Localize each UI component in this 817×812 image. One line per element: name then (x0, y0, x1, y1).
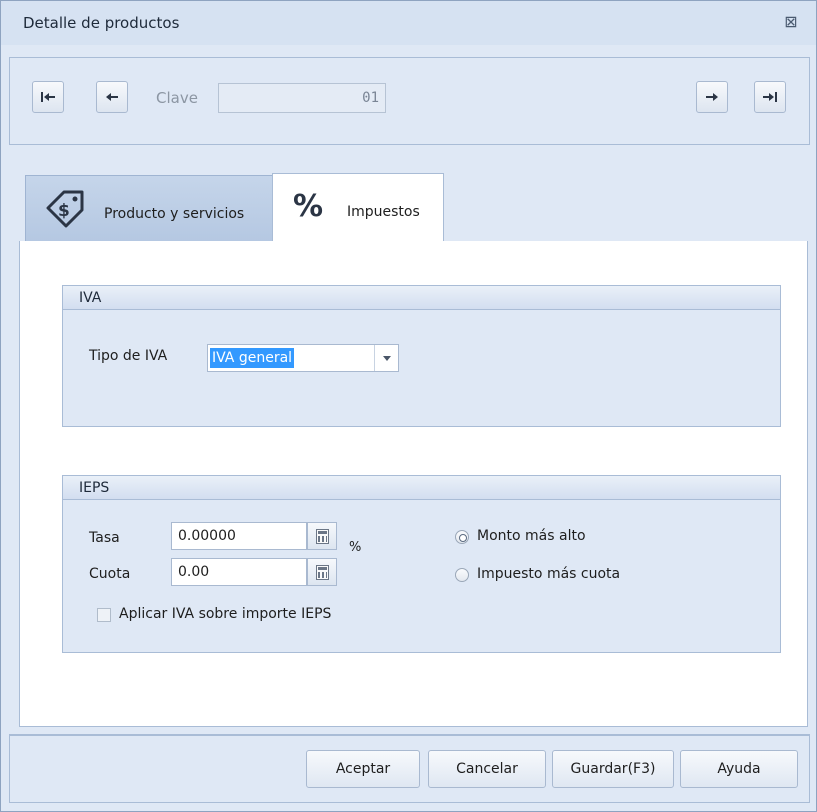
title-bar: Detalle de productos ⊠ (1, 1, 816, 45)
aplicar-iva-checkbox[interactable] (97, 608, 111, 622)
last-record-icon (763, 92, 777, 102)
ieps-group: IEPS Tasa 0.00000 % Cuota 0.00 Monto más… (62, 475, 781, 653)
chevron-down-icon[interactable] (374, 345, 398, 371)
price-tag-icon: $ (46, 190, 84, 228)
guardar-button[interactable]: Guardar(F3) (552, 750, 674, 788)
radio-impuesto-mas-cuota[interactable] (455, 568, 469, 582)
tab-producto-servicios[interactable]: $ Producto y servicios (25, 175, 273, 241)
arrow-left-icon (106, 93, 118, 101)
svg-text:%: % (293, 189, 323, 224)
ayuda-button[interactable]: Ayuda (680, 750, 798, 788)
tab-content-impuestos: IVA Tipo de IVA IVA general IEPS Tasa 0.… (19, 241, 808, 727)
previous-record-button[interactable] (96, 81, 128, 113)
calculator-icon (316, 529, 329, 544)
close-icon[interactable]: ⊠ (782, 13, 800, 31)
radio-monto-label[interactable]: Monto más alto (477, 528, 586, 544)
tasa-calculator-button[interactable] (307, 522, 337, 550)
tab-strip: $ Producto y servicios % Impuestos (19, 173, 808, 243)
iva-group: IVA Tipo de IVA IVA general (62, 285, 781, 427)
tipo-iva-dropdown[interactable]: IVA general (207, 344, 399, 372)
tasa-unit: % (349, 540, 362, 555)
radio-monto-mas-alto[interactable] (455, 530, 469, 544)
clave-value: 01 (362, 90, 379, 106)
cuota-input[interactable]: 0.00 (171, 558, 307, 586)
svg-text:$: $ (58, 201, 70, 221)
arrow-right-icon (706, 93, 718, 101)
iva-group-title: IVA (63, 286, 780, 310)
clave-field: 01 (218, 83, 386, 113)
dialog-footer: Aceptar Cancelar Guardar(F3) Ayuda (9, 735, 810, 803)
tab-impuestos[interactable]: % Impuestos (272, 173, 444, 243)
tab-producto-label: Producto y servicios (104, 206, 245, 222)
ieps-group-title: IEPS (63, 476, 780, 500)
first-record-icon (41, 92, 55, 102)
percent-icon: % (293, 189, 323, 224)
cuota-label: Cuota (89, 566, 131, 582)
tasa-input[interactable]: 0.00000 (171, 522, 307, 550)
aplicar-iva-label[interactable]: Aplicar IVA sobre importe IEPS (119, 606, 331, 622)
last-record-button[interactable] (754, 81, 786, 113)
first-record-button[interactable] (32, 81, 64, 113)
radio-impuesto-label[interactable]: Impuesto más cuota (477, 566, 620, 582)
tipo-iva-label: Tipo de IVA (89, 348, 168, 364)
cuota-value: 0.00 (178, 564, 210, 580)
tab-impuestos-label: Impuestos (347, 204, 420, 220)
tasa-value: 0.00000 (178, 528, 236, 544)
cancelar-button[interactable]: Cancelar (428, 750, 546, 788)
cuota-calculator-button[interactable] (307, 558, 337, 586)
aceptar-button[interactable]: Aceptar (306, 750, 420, 788)
window-title: Detalle de productos (23, 14, 180, 32)
dialog-window: Detalle de productos ⊠ Clave 01 $ Produc… (0, 0, 817, 812)
tipo-iva-value: IVA general (210, 348, 295, 368)
record-navigation-bar: Clave 01 (9, 57, 810, 145)
next-record-button[interactable] (696, 81, 728, 113)
clave-label: Clave (156, 89, 198, 107)
tasa-label: Tasa (89, 530, 120, 546)
calculator-icon (316, 565, 329, 580)
